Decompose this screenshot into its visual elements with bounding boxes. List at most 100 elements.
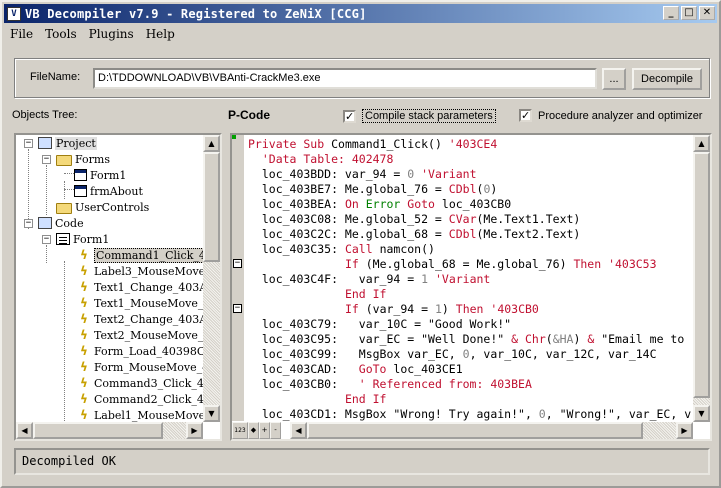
compile-stack-checkbox[interactable]: ✓ bbox=[343, 109, 356, 123]
project-collapse-toggle[interactable]: − bbox=[24, 139, 33, 148]
scroll-up-arrow-icon[interactable]: ▲ bbox=[203, 135, 220, 152]
tree-vertical-scrollbar[interactable]: ▲ ▼ bbox=[203, 135, 220, 422]
minimize-button[interactable]: _ bbox=[663, 6, 679, 20]
code-token: loc_403C08: Me.global_52 = bbox=[248, 212, 449, 226]
tree-proc-item[interactable]: ϟ Text1_Change_403A3 bbox=[78, 279, 206, 295]
tree-proc-item[interactable]: ϟCommand1_Click_403 bbox=[78, 247, 206, 263]
maximize-button[interactable]: □ bbox=[681, 6, 697, 20]
code-token: loc_403BE7: Me.global_76 = bbox=[248, 182, 449, 196]
fold-toggle[interactable]: − bbox=[233, 259, 242, 268]
code-token: (Me.global_68 = Me.global_76) bbox=[365, 257, 574, 271]
tree-form1[interactable]: Form1 bbox=[74, 167, 126, 183]
procedure-analyzer-checkbox[interactable]: ✓ bbox=[519, 109, 532, 122]
compile-stack-option[interactable]: ✓ Compile stack parameters bbox=[343, 109, 496, 123]
close-button[interactable]: ✕ bbox=[699, 6, 715, 20]
fold-toggle[interactable]: − bbox=[233, 304, 242, 313]
code-form1-collapse-toggle[interactable]: − bbox=[42, 235, 51, 244]
tree-proc-item[interactable]: ϟ Form_Load_40398C bbox=[78, 343, 205, 359]
code-token: Call bbox=[344, 242, 380, 256]
code-line: loc_403CB0: ' Referenced from: 403BEA bbox=[248, 377, 532, 392]
code-token: loc_403C2C: Me.global_68 = bbox=[248, 227, 449, 241]
editor-vscroll-thumb[interactable] bbox=[693, 152, 710, 398]
decompile-button[interactable]: Decompile bbox=[632, 68, 702, 90]
code-token: Chr bbox=[524, 332, 546, 346]
tree-frmabout[interactable]: frmAbout bbox=[74, 183, 143, 199]
editor-gutter: − − bbox=[232, 135, 244, 421]
tree-horizontal-scrollbar[interactable]: ◀ ▶ bbox=[16, 422, 203, 439]
editor-horizontal-scrollbar[interactable]: ◀ ▶ bbox=[290, 422, 693, 439]
code-token: Command1_Click() bbox=[331, 137, 449, 151]
code-line: loc_403C2C: Me.global_68 = CDbl(Me.Text2… bbox=[248, 227, 581, 242]
tree-code-form1[interactable]: Form1 bbox=[56, 231, 109, 247]
expand-button[interactable]: + bbox=[259, 422, 270, 439]
window-title: VB Decompiler v7.9 - Registered to ZeNiX… bbox=[25, 6, 367, 21]
project-icon bbox=[38, 137, 52, 149]
scroll-left-arrow-icon[interactable]: ◀ bbox=[290, 422, 307, 439]
code-token: ' Referenced from: 403BEA bbox=[358, 377, 532, 391]
tree-proc-item[interactable]: ϟ Text2_MouseMove_40 bbox=[78, 327, 206, 343]
code-token: (Me.Text1.Text) bbox=[476, 212, 581, 226]
code-line: loc_403C35: Call namcon() bbox=[248, 242, 435, 257]
tree-proc-item[interactable]: ϟ Label3_MouseMove_4 bbox=[78, 263, 206, 279]
scroll-up-arrow-icon[interactable]: ▲ bbox=[693, 135, 710, 152]
tree-vscroll-thumb[interactable] bbox=[203, 152, 220, 262]
bookmark-button[interactable]: ◆ bbox=[248, 422, 259, 439]
code-token: namcon() bbox=[379, 242, 435, 256]
gutter-marker bbox=[232, 135, 236, 139]
collapse-button[interactable]: - bbox=[270, 422, 281, 439]
tree-proc-item[interactable]: ϟ Label1_MouseMove_4 bbox=[78, 407, 206, 423]
scroll-right-arrow-icon[interactable]: ▶ bbox=[676, 422, 693, 439]
status-bar: Decompiled OK bbox=[14, 448, 710, 475]
code-token: ) bbox=[573, 332, 588, 346]
code-token: '403CE4 bbox=[448, 137, 498, 151]
forms-collapse-toggle[interactable]: − bbox=[42, 155, 51, 164]
tree-proc-item[interactable]: ϟ Text2_Change_403AE bbox=[78, 311, 206, 327]
title-bar[interactable]: V VB Decompiler v7.9 - Registered to ZeN… bbox=[4, 4, 717, 23]
tree-proc-item[interactable]: ϟ Command2_Click_403 bbox=[78, 391, 206, 407]
tree-hscroll-thumb[interactable] bbox=[33, 422, 163, 439]
scroll-left-arrow-icon[interactable]: ◀ bbox=[16, 422, 33, 439]
code-token: loc_403C4F: var_94 = bbox=[248, 272, 422, 286]
pcode-editor[interactable]: − − Private Sub Command1_Click() '403CE4… bbox=[230, 133, 712, 441]
code-token: loc_403C95: var_EC = "Well Done!" bbox=[248, 332, 512, 346]
tree-usercontrols[interactable]: UserControls bbox=[56, 199, 149, 215]
code-token: ) bbox=[490, 182, 498, 196]
code-token: CVar bbox=[448, 212, 477, 226]
menu-plugins[interactable]: Plugins bbox=[83, 27, 140, 41]
procedure-analyzer-option[interactable]: ✓ Procedure analyzer and optimizer bbox=[519, 109, 702, 122]
scroll-down-arrow-icon[interactable]: ▼ bbox=[693, 405, 710, 422]
browse-button[interactable]: ... bbox=[602, 68, 626, 90]
objects-tree[interactable]: − Project − Forms Form1 frmAbout UserCon… bbox=[14, 133, 222, 441]
tree-proc-item[interactable]: ϟ Command3_Click_403 bbox=[78, 375, 206, 391]
editor-vertical-scrollbar[interactable]: ▲ ▼ bbox=[693, 135, 710, 422]
code-token: loc_403CE1 bbox=[393, 362, 463, 376]
menu-help[interactable]: Help bbox=[140, 27, 181, 41]
form-icon bbox=[74, 185, 87, 197]
code-collapse-toggle[interactable]: − bbox=[24, 219, 33, 228]
code-token: , var_10C, var_12C, var_14C bbox=[469, 347, 657, 361]
scroll-right-arrow-icon[interactable]: ▶ bbox=[186, 422, 203, 439]
scroll-down-arrow-icon[interactable]: ▼ bbox=[203, 405, 220, 422]
tree-code[interactable]: Code bbox=[38, 215, 84, 231]
code-token: (Me.Text2.Text) bbox=[476, 227, 581, 241]
code-token: loc_403CB0 bbox=[441, 197, 512, 211]
filename-input[interactable]: D:\TDDOWNLOAD\VB\VBAnti-CrackMe3.exe bbox=[93, 68, 597, 89]
menu-bar: File Tools Plugins Help bbox=[4, 24, 181, 43]
window-controls: _ □ ✕ bbox=[661, 6, 715, 20]
procedure-icon: ϟ bbox=[80, 360, 88, 374]
menu-tools[interactable]: Tools bbox=[39, 27, 83, 41]
compile-stack-label: Compile stack parameters bbox=[362, 109, 496, 123]
code-token: Then bbox=[573, 257, 609, 271]
code-line: loc_403BDD: var_94 = 0 'Variant bbox=[248, 167, 477, 182]
tree-project[interactable]: Project bbox=[38, 135, 97, 151]
code-token: 1 bbox=[421, 272, 429, 286]
tree-forms[interactable]: Forms bbox=[56, 151, 110, 167]
tree-proc-item[interactable]: ϟ Form_MouseMove_40 bbox=[78, 359, 206, 375]
line-numbers-button[interactable]: 123 bbox=[232, 422, 248, 439]
form-icon bbox=[74, 169, 87, 181]
code-area[interactable]: Private Sub Command1_Click() '403CE4 'Da… bbox=[248, 135, 692, 421]
tree-proc-item[interactable]: ϟ Text1_MouseMove_40 bbox=[78, 295, 206, 311]
menu-file[interactable]: File bbox=[4, 27, 39, 41]
editor-hscroll-thumb[interactable] bbox=[307, 422, 643, 439]
